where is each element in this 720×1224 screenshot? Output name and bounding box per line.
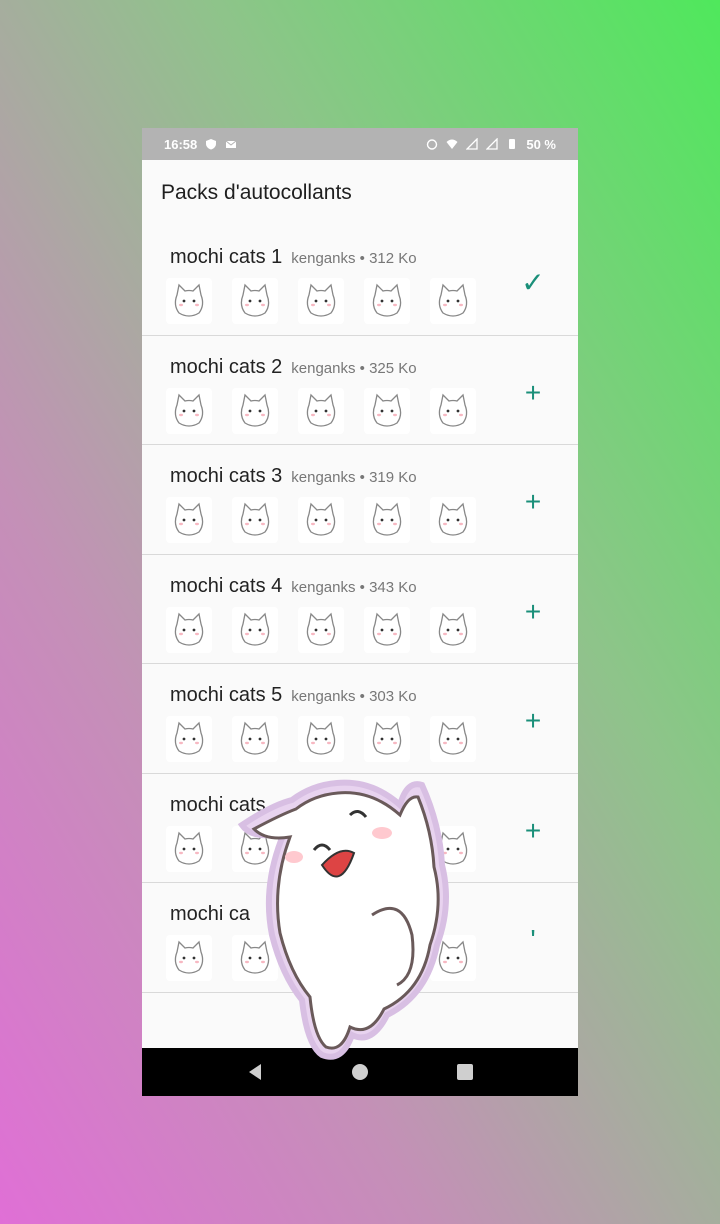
status-bar: 16:58 50 % (142, 128, 578, 160)
sticker-thumbnail (298, 497, 344, 543)
pack-header: mochi cats 2 kenganks • 325 Ko (170, 356, 417, 379)
pack-header: mochi cats 4 kenganks • 343 Ko (170, 575, 417, 598)
pack-name: mochi cats 3 (170, 465, 283, 487)
cat-sticker-icon (240, 502, 270, 536)
check-icon[interactable]: ✓ (520, 269, 546, 297)
cat-sticker-icon (438, 502, 468, 536)
cat-sticker-icon (372, 283, 402, 317)
add-icon[interactable]: ' (520, 926, 546, 954)
cat-sticker-icon (240, 612, 270, 646)
cat-sticker-icon (174, 393, 204, 427)
cat-sticker-icon (306, 393, 336, 427)
cat-sticker-icon (306, 283, 336, 317)
sticker-thumbnail (364, 497, 410, 543)
page-title: Packs d'autocollants (161, 181, 352, 204)
sticker-thumbnail (232, 497, 278, 543)
sticker-thumbnail (232, 387, 278, 434)
sticker-thumbnail (430, 497, 476, 543)
sticker-thumbnail (166, 825, 212, 872)
cat-sticker-icon (174, 721, 204, 755)
sticker-thumbnail (298, 278, 344, 324)
alarm-icon (427, 139, 438, 150)
sticker-thumbnail (430, 387, 476, 434)
cat-sticker-icon (174, 502, 204, 536)
pack-row[interactable]: mochi cats 1 kenganks • 312 Ko ✓ (142, 226, 578, 336)
cat-sticker-icon (306, 612, 336, 646)
pack-name: mochi cats 2 (170, 355, 283, 378)
cat-sticker-icon (372, 393, 402, 427)
sticker-thumbnail (364, 278, 410, 324)
cat-sticker-icon (306, 502, 336, 536)
pack-header: mochi cats 5 kenganks • 303 Ko (170, 684, 417, 707)
battery-icon (509, 139, 516, 149)
status-time: 16:58 (164, 136, 198, 152)
cat-sticker-icon (438, 612, 468, 646)
sticker-thumbnail (166, 716, 212, 762)
wifi-icon (446, 139, 458, 149)
signal-icon (466, 138, 479, 150)
cat-sticker-icon (438, 283, 468, 317)
shield-icon (206, 139, 217, 150)
cat-sticker-icon (438, 393, 468, 427)
sticker-thumbnail (166, 497, 212, 543)
pack-header: mochi cats 3 kenganks • 319 Ko (170, 465, 417, 488)
sticker-thumbnail (232, 278, 278, 324)
pack-meta: kenganks • 325 Ko (291, 359, 417, 377)
sticker-thumbnail (298, 387, 344, 434)
cat-sticker-icon (174, 940, 204, 974)
sticker-thumbnail (232, 606, 278, 653)
cat-sticker-icon (174, 831, 204, 865)
sticker-thumbnail (298, 606, 344, 653)
signal-2-icon (486, 138, 499, 150)
app-bar: Packs d'autocollants (142, 160, 578, 226)
add-icon[interactable]: + (520, 597, 546, 625)
pack-row[interactable]: mochi cats 4 kenganks • 343 Ko + (142, 555, 578, 664)
sticker-thumbnail (364, 606, 410, 653)
sticker-thumbnail (166, 387, 212, 434)
cat-sticker-icon (174, 283, 204, 317)
pack-meta: kenganks • 319 Ko (291, 469, 417, 486)
cat-sticker-illustration (237, 779, 449, 1060)
pack-row[interactable]: mochi cats 3 kenganks • 319 Ko + (142, 445, 578, 555)
mail-icon (225, 140, 237, 148)
cat-sticker-icon (240, 283, 270, 317)
sticker-thumbnail (166, 278, 212, 324)
pack-name: mochi cats 1 (170, 246, 283, 268)
pack-meta: kenganks • 303 Ko (291, 688, 417, 705)
sticker-thumbnail (430, 278, 476, 324)
add-icon[interactable]: + (520, 488, 546, 516)
sticker-thumbnail (364, 387, 410, 434)
cat-sticker-icon (240, 393, 270, 427)
sticker-thumbnails (166, 387, 476, 434)
add-icon[interactable]: + (520, 707, 546, 735)
sticker-thumbnails (166, 278, 476, 324)
sticker-thumbnail (166, 606, 212, 653)
pack-header: mochi cats 1 kenganks • 312 Ko (170, 246, 417, 269)
battery-level: 50 % (526, 136, 556, 152)
add-icon[interactable]: + (520, 378, 546, 406)
cat-sticker-icon (372, 502, 402, 536)
sticker-thumbnail (430, 606, 476, 653)
sticker-thumbnails (166, 606, 476, 653)
add-icon[interactable]: + (520, 816, 546, 844)
pack-row[interactable]: mochi cats 2 kenganks • 325 Ko + (142, 336, 578, 445)
sticker-thumbnails (166, 497, 476, 543)
pack-name: mochi cats 4 (170, 574, 283, 597)
pack-name: mochi cats 5 (170, 684, 283, 706)
cat-sticker-icon (174, 612, 204, 646)
sticker-thumbnail (166, 935, 212, 981)
pack-meta: kenganks • 312 Ko (291, 250, 417, 267)
cat-sticker-icon (372, 612, 402, 646)
pack-meta: kenganks • 343 Ko (291, 578, 417, 596)
